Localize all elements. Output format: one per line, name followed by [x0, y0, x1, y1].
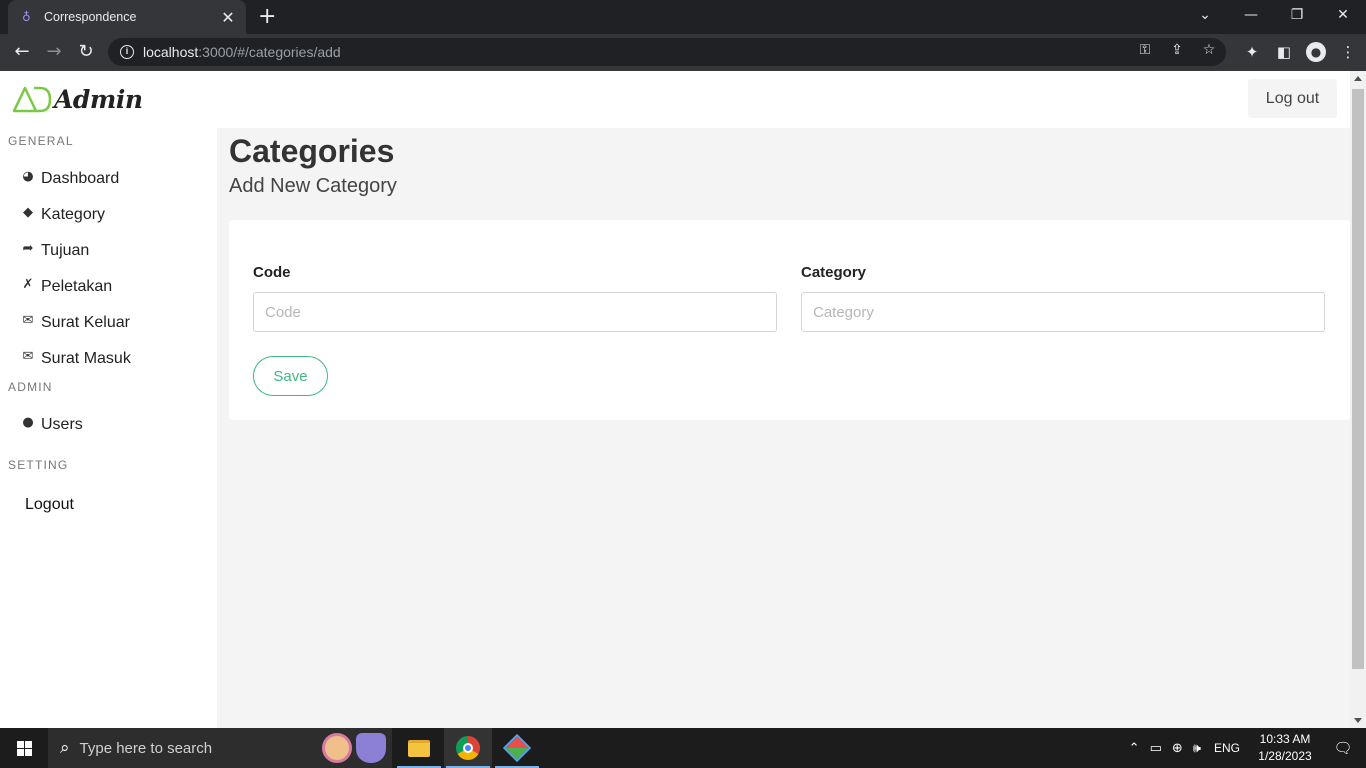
sidebar-item-label: Kategory — [41, 206, 106, 223]
sidebar-item-label: Dashboard — [41, 170, 120, 187]
url-path: :3000/#/categories/add — [198, 44, 341, 60]
sidebar-item-peletakan[interactable]: ✗ Peletakan — [20, 275, 113, 299]
taskbar-chrome[interactable] — [444, 728, 492, 768]
sidebar-section-admin: ADMIN — [8, 380, 53, 394]
logo-text: Admin — [54, 84, 143, 114]
profile-icon[interactable]: ● — [1306, 42, 1326, 62]
site-info-icon[interactable]: i — [120, 45, 134, 59]
envelope-open-icon: ✉ — [22, 348, 34, 364]
toolbar-actions: ✦ ◧ ● ⋮ — [1242, 41, 1358, 63]
sidebar-item-surat-keluar[interactable]: ✉ Surat Keluar — [20, 311, 130, 335]
taskbar-search-placeholder: Type here to search — [79, 739, 213, 757]
hat-illustration-icon — [322, 733, 352, 763]
notifications-icon[interactable]: 🗨 — [1320, 739, 1366, 757]
code-input[interactable] — [253, 292, 777, 332]
scrollbar-thumb[interactable] — [1352, 89, 1364, 669]
taskbar-file-explorer[interactable] — [395, 728, 443, 768]
url-host: localhost — [143, 44, 199, 60]
envelope-icon: ✉ — [22, 312, 34, 328]
clock-date: 1/28/2023 — [1258, 749, 1312, 763]
browser-tab[interactable]: ♁ Correspondence ✕ — [8, 0, 246, 34]
sidebar-section-general: GENERAL — [8, 134, 74, 148]
language-indicator[interactable]: ENG — [1214, 741, 1240, 755]
sidebar-item-label: Surat Masuk — [41, 350, 131, 367]
header-logout-button[interactable]: Log out — [1248, 79, 1337, 118]
clock-time: 10:33 AM — [1259, 732, 1311, 746]
tag-icon: ◆ — [23, 204, 33, 220]
volume-icon[interactable]: 🕪 — [1193, 741, 1201, 756]
close-window-button[interactable]: ✕ — [1320, 0, 1366, 30]
sidebar-item-tujuan[interactable]: ➦ Tujuan — [20, 239, 90, 263]
app-header: Admin Log out — [0, 71, 1350, 128]
sidebar-item-label: Peletakan — [41, 278, 113, 295]
chevron-up-icon[interactable]: ⌃ — [1129, 741, 1140, 756]
sidebar-item-dashboard[interactable]: ◕ Dashboard — [20, 167, 119, 191]
page-title: Categories — [229, 133, 395, 169]
menu-icon[interactable]: ⋮ — [1338, 41, 1358, 63]
scroll-down-icon[interactable] — [1354, 718, 1362, 723]
category-form-card: Code Category Save — [229, 220, 1350, 420]
page-viewport: Admin Log out GENERAL ◕ Dashboard ◆ Kate… — [0, 71, 1350, 728]
browser-tabstrip: ♁ Correspondence ✕ + ⌄ — ❐ ✕ — [0, 0, 1366, 34]
omnibox-actions: ⚿ ⇪ ☆ — [1136, 42, 1218, 58]
category-label: Category — [801, 264, 867, 281]
extensions-icon[interactable]: ✦ — [1242, 41, 1262, 63]
network-icon[interactable]: ⊕ — [1172, 741, 1183, 756]
scroll-up-icon[interactable] — [1354, 76, 1362, 81]
top-hat-illustration-icon — [356, 733, 386, 763]
tab-title: Correspondence — [44, 10, 137, 24]
sidepanel-icon[interactable]: ◧ — [1274, 41, 1294, 63]
sidebar-item-label: Tujuan — [41, 242, 90, 259]
new-tab-button[interactable]: + — [258, 6, 276, 28]
taskbar-search[interactable]: ⌕ Type here to search — [48, 728, 392, 768]
forward-button[interactable]: → — [43, 41, 65, 63]
app-logo[interactable]: Admin — [12, 83, 143, 115]
battery-icon[interactable]: ▭ — [1150, 741, 1162, 756]
sidebar-item-label: Surat Keluar — [41, 314, 130, 331]
category-input[interactable] — [801, 292, 1325, 332]
git-icon — [502, 733, 532, 763]
share-arrow-icon: ➦ — [22, 240, 34, 256]
page-scrollbar[interactable] — [1350, 71, 1366, 728]
file-explorer-icon — [408, 739, 430, 757]
clock[interactable]: 10:33 AM 1/28/2023 — [1250, 731, 1320, 765]
key-icon[interactable]: ⚿ — [1136, 42, 1154, 58]
sidebar-item-surat-masuk[interactable]: ✉ Surat Masuk — [20, 347, 131, 371]
sidebar-item-kategory[interactable]: ◆ Kategory — [20, 203, 105, 227]
tab-favicon-icon: ♁ — [22, 10, 31, 24]
search-icon: ⌕ — [60, 738, 70, 758]
windows-icon — [16, 740, 32, 756]
start-button[interactable] — [0, 728, 48, 768]
browser-toolbar: ← → ↻ i localhost:3000/#/categories/add … — [0, 34, 1366, 71]
code-label: Code — [253, 264, 291, 281]
minimize-button[interactable]: — — [1228, 0, 1274, 30]
sidebar-item-label: Users — [41, 416, 83, 433]
sidebar-logout-link[interactable]: Logout — [25, 496, 74, 514]
star-icon[interactable]: ☆ — [1200, 42, 1218, 58]
tab-close-icon[interactable]: ✕ — [220, 8, 236, 27]
tab-search-button[interactable]: ⌄ — [1182, 0, 1228, 30]
reload-button[interactable]: ↻ — [75, 41, 97, 63]
chrome-icon — [456, 736, 480, 760]
back-button[interactable]: ← — [11, 41, 33, 63]
page-subtitle: Add New Category — [229, 175, 397, 197]
taskbar-git[interactable] — [493, 728, 541, 768]
share-icon[interactable]: ⇪ — [1168, 42, 1186, 58]
logo-mark-icon — [12, 86, 52, 113]
taskbar: ⌕ Type here to search ⌃ ▭ ⊕ 🕪 ENG 10:33 … — [0, 728, 1366, 768]
sidebar-section-setting: SETTING — [8, 458, 69, 472]
window-controls: ⌄ — ❐ ✕ — [1182, 0, 1366, 34]
sidebar: GENERAL ◕ Dashboard ◆ Kategory ➦ Tujuan … — [0, 128, 217, 728]
save-button[interactable]: Save — [253, 356, 328, 396]
search-highlight-art — [322, 733, 386, 763]
sidebar-item-users[interactable]: ● Users — [20, 413, 83, 437]
user-icon: ● — [22, 414, 34, 430]
xing-icon: ✗ — [22, 276, 34, 292]
address-bar[interactable]: i localhost:3000/#/categories/add ⚿ ⇪ ☆ — [108, 38, 1226, 66]
restore-button[interactable]: ❐ — [1274, 0, 1320, 30]
system-tray: ⌃ ▭ ⊕ 🕪 ENG 10:33 AM 1/28/2023 🗨 — [1124, 728, 1366, 768]
gauge-icon: ◕ — [22, 168, 34, 184]
